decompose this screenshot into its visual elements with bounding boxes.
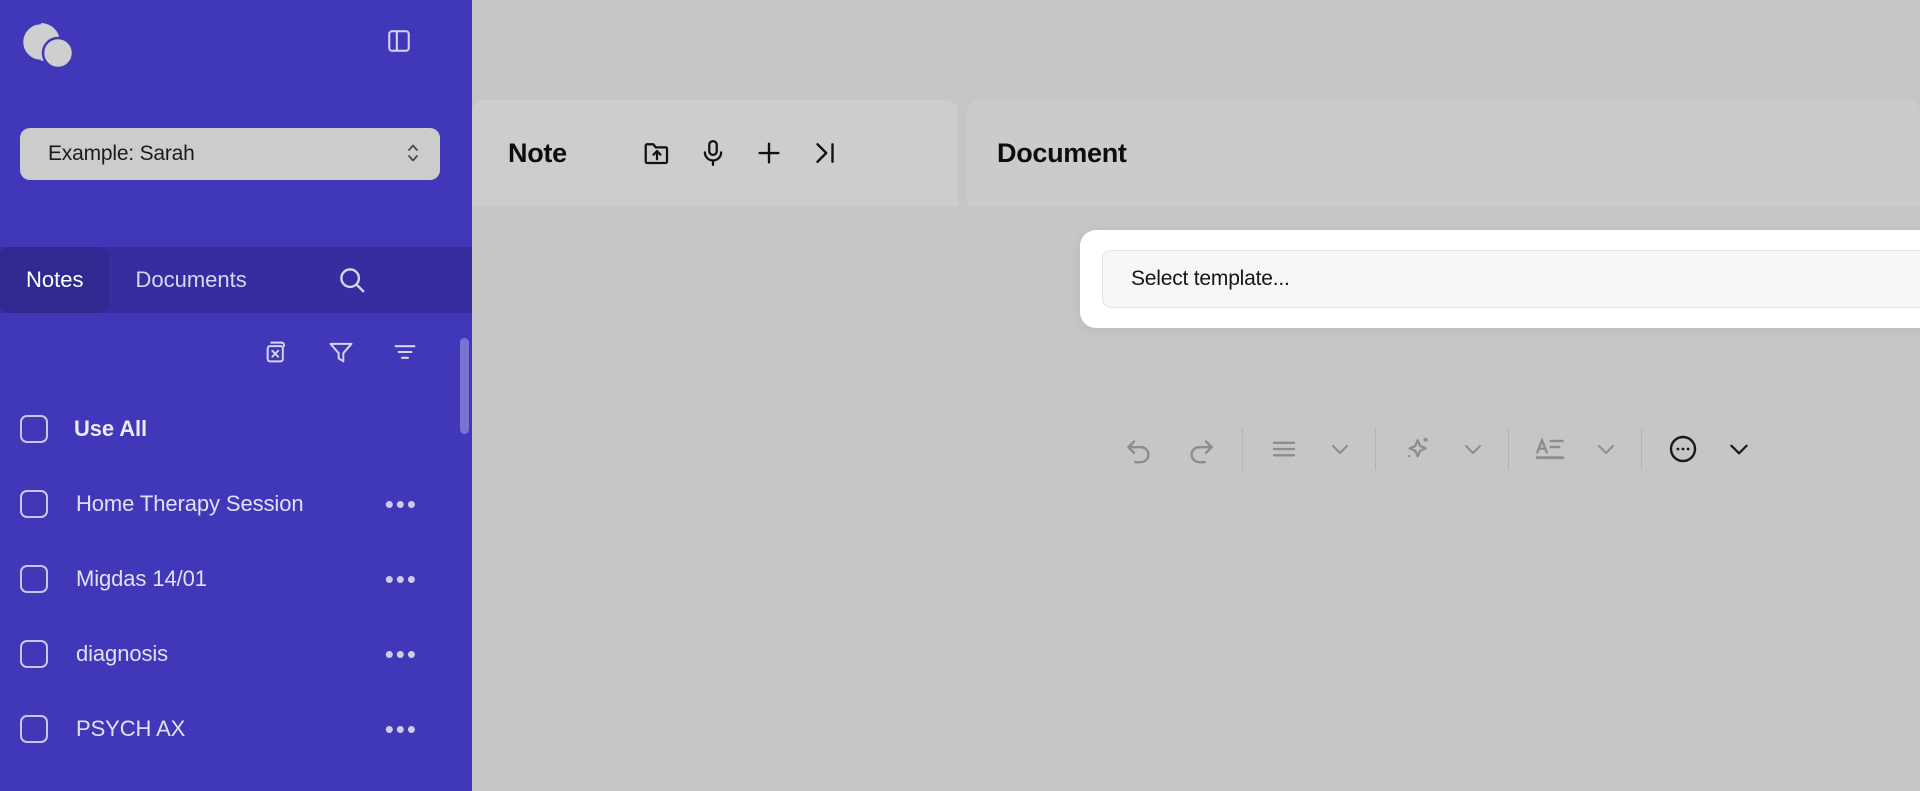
template-card: Select template...: [1080, 230, 1920, 328]
chevron-down-icon[interactable]: [1448, 420, 1498, 478]
toolbar-separator: [1375, 428, 1376, 470]
tab-document[interactable]: Document: [967, 100, 1920, 206]
use-all-checkbox[interactable]: [20, 415, 48, 443]
app-logo: [20, 22, 76, 74]
sidebar-tab-label: Documents: [135, 267, 246, 293]
list-item[interactable]: PSYCH AX •••: [0, 691, 472, 766]
chevron-down-icon[interactable]: [1581, 420, 1631, 478]
sort-icon[interactable]: [388, 335, 422, 369]
tab-note-label: Note: [508, 138, 567, 169]
ai-sparkles-icon[interactable]: [1386, 420, 1448, 478]
clear-selection-icon[interactable]: [260, 335, 294, 369]
sidebar-item-documents[interactable]: Documents: [109, 247, 272, 313]
note-menu-button[interactable]: •••: [383, 568, 420, 590]
note-title: PSYCH AX: [76, 716, 383, 742]
sidebar: Example: Sarah Notes Documents: [0, 0, 472, 791]
align-lines-icon[interactable]: [1253, 420, 1315, 478]
search-icon[interactable]: [332, 260, 372, 300]
template-select[interactable]: Select template...: [1102, 250, 1920, 308]
folder-upload-icon[interactable]: [629, 130, 685, 176]
text-format-icon[interactable]: [1519, 420, 1581, 478]
sidebar-scrollbar[interactable]: [460, 338, 469, 434]
toolbar-separator: [1242, 428, 1243, 470]
note-checkbox[interactable]: [20, 715, 48, 743]
editor-toolbar: [1108, 420, 1764, 478]
collapse-right-icon[interactable]: [797, 130, 853, 176]
plus-icon[interactable]: [741, 130, 797, 176]
client-select[interactable]: Example: Sarah: [20, 128, 440, 180]
microphone-icon[interactable]: [685, 130, 741, 176]
note-checkbox[interactable]: [20, 490, 48, 518]
toolbar-separator: [1508, 428, 1509, 470]
note-menu-button[interactable]: •••: [383, 493, 420, 515]
app-root: Example: Sarah Notes Documents: [0, 0, 1920, 791]
notes-list: Use All Home Therapy Session ••• Migdas …: [0, 391, 472, 791]
list-item[interactable]: diagnosis •••: [0, 616, 472, 691]
chevron-down-icon[interactable]: [1315, 420, 1365, 478]
tab-document-label: Document: [997, 138, 1127, 169]
note-checkbox[interactable]: [20, 565, 48, 593]
sidebar-header: Example: Sarah: [0, 0, 472, 247]
note-title: Migdas 14/01: [76, 566, 383, 592]
toolbar-separator: [1641, 428, 1642, 470]
note-checkbox[interactable]: [20, 640, 48, 668]
use-all-row[interactable]: Use All: [0, 391, 472, 466]
sidebar-tabs: Notes Documents: [0, 247, 472, 313]
chevron-down-icon[interactable]: [1714, 420, 1764, 478]
note-title: diagnosis: [76, 641, 383, 667]
undo-icon[interactable]: [1108, 420, 1170, 478]
note-title: Home Therapy Session: [76, 491, 383, 517]
client-select-value: Example: Sarah: [48, 142, 406, 166]
main-content: Note: [472, 0, 1920, 791]
more-options-circle-icon[interactable]: [1652, 420, 1714, 478]
list-item[interactable]: Home Therapy Session •••: [0, 466, 472, 541]
chevron-up-down-icon: [406, 140, 422, 168]
note-menu-button[interactable]: •••: [383, 643, 420, 665]
template-select-value: Select template...: [1131, 267, 1920, 291]
note-tab-tools: [629, 130, 853, 176]
panel-toggle-icon[interactable]: [381, 23, 417, 59]
redo-icon[interactable]: [1170, 420, 1232, 478]
sidebar-tab-label: Notes: [26, 267, 83, 293]
sidebar-item-notes[interactable]: Notes: [0, 247, 109, 313]
main-tabstrip: Note: [472, 100, 1920, 206]
list-item[interactable]: Migdas 14/01 •••: [0, 541, 472, 616]
tab-note[interactable]: Note: [472, 100, 958, 206]
note-menu-button[interactable]: •••: [383, 718, 420, 740]
filter-icon[interactable]: [324, 335, 358, 369]
use-all-label: Use All: [74, 416, 420, 442]
list-actions: [0, 313, 472, 391]
